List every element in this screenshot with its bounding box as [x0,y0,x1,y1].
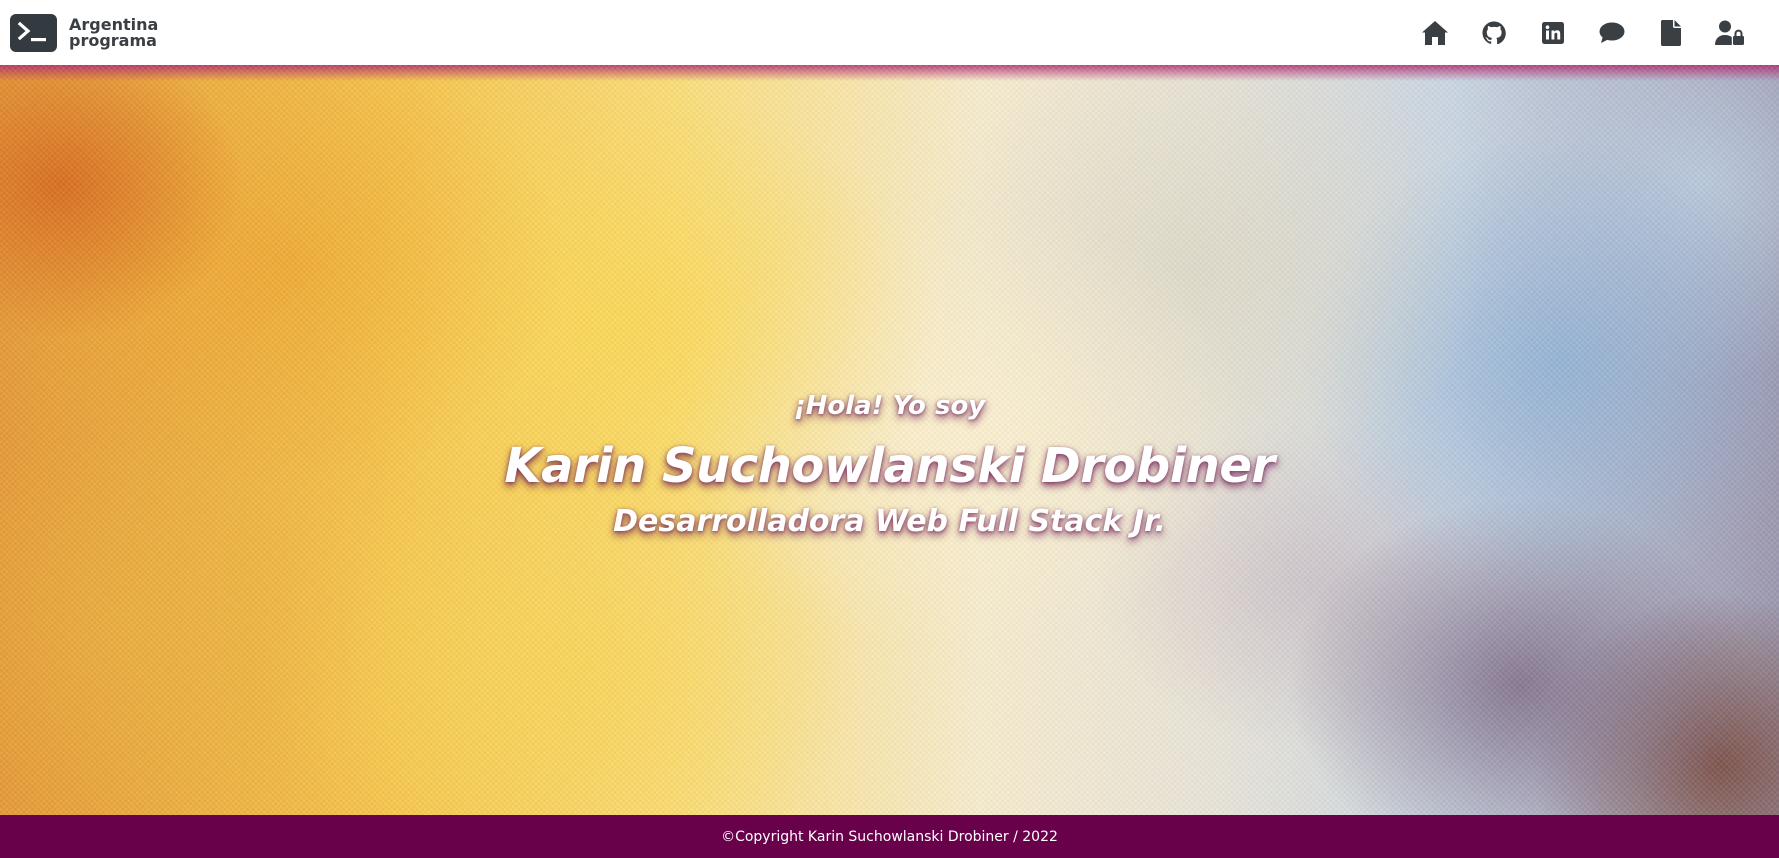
hero-greeting: ¡Hola! Yo soy [793,391,986,421]
nav-icons [1405,8,1759,58]
user-lock-icon [1714,20,1744,45]
nav-linkedin-button[interactable] [1523,8,1582,58]
nav-login-button[interactable] [1700,8,1759,58]
hero-name: Karin Suchowlanski Drobiner [504,438,1275,494]
hero-role: Desarrolladora Web Full Stack Jr. [613,504,1166,539]
brand-name: Argentina programa [69,16,158,50]
terminal-prompt-icon [10,13,57,52]
nav-contact-button[interactable] [1582,8,1641,58]
hero-banner: ¡Hola! Yo soy Karin Suchowlanski Drobine… [0,65,1779,815]
nav-github-button[interactable] [1464,8,1523,58]
nav-home-button[interactable] [1405,8,1464,58]
file-document-icon [1660,19,1681,46]
top-navbar: Argentina programa [0,0,1779,65]
hero-content: ¡Hola! Yo soy Karin Suchowlanski Drobine… [0,65,1779,815]
github-icon [1482,21,1506,44]
linkedin-icon [1541,21,1564,44]
footer-copyright: ©Copyright Karin Suchowlanski Drobiner /… [721,828,1058,845]
home-icon [1421,20,1448,45]
brand-line-2: programa [69,30,157,50]
brand-logo-link[interactable]: Argentina programa [10,13,158,52]
chat-bubble-icon [1599,22,1624,43]
nav-cv-button[interactable] [1641,8,1700,58]
footer: ©Copyright Karin Suchowlanski Drobiner /… [0,815,1779,858]
